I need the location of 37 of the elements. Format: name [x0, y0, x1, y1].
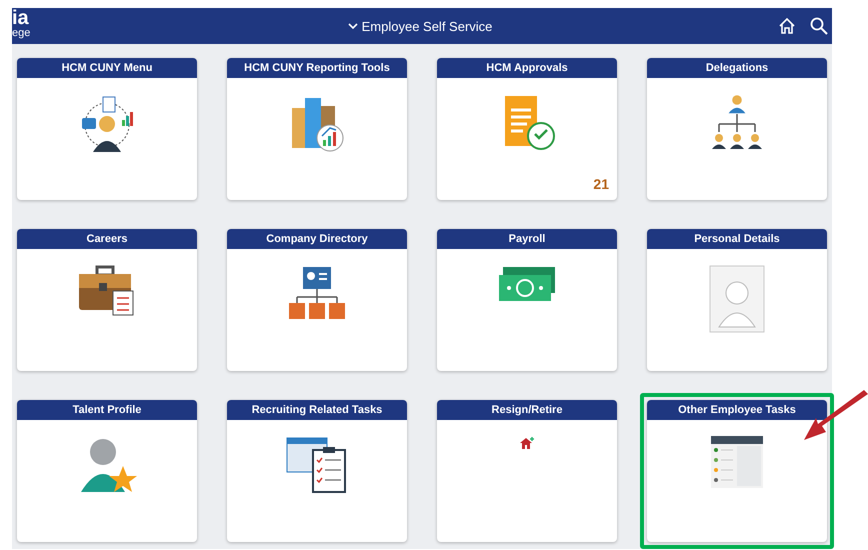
tile-title: Talent Profile	[17, 400, 197, 420]
logo-subtext: ege	[12, 28, 32, 38]
tile[interactable]: HCM Approvals 21	[437, 58, 617, 200]
tile[interactable]: Talent Profile	[17, 400, 197, 542]
count-label: 21	[593, 176, 609, 192]
tile[interactable]: Recruiting Related Tasks	[227, 400, 407, 542]
tile-title: Delegations	[647, 58, 827, 78]
task-list-icon	[711, 436, 763, 488]
tile-title: Recruiting Related Tasks	[227, 400, 407, 420]
tile[interactable]: Company Directory	[227, 229, 407, 371]
home-icon[interactable]	[778, 17, 796, 35]
tile-title: HCM CUNY Reporting Tools	[227, 58, 407, 78]
tile-title: Careers	[17, 229, 197, 249]
tile-title: Company Directory	[227, 229, 407, 249]
tile[interactable]: Other Employee Tasks	[647, 400, 827, 542]
logo-text: ia	[12, 8, 30, 28]
tile-title: Other Employee Tasks	[647, 400, 827, 420]
org-chart-icon	[710, 94, 764, 152]
tile-title: Resign/Retire	[437, 400, 617, 420]
tile[interactable]: Careers	[17, 229, 197, 371]
tile-title: HCM CUNY Menu	[17, 58, 197, 78]
directory-chart-icon	[287, 265, 347, 321]
tile[interactable]: HCM CUNY Menu	[17, 58, 197, 200]
tile-title: HCM Approvals	[437, 58, 617, 78]
tile-title: Payroll	[437, 229, 617, 249]
clipboard-icon	[285, 436, 349, 494]
search-icon[interactable]	[810, 17, 828, 35]
tile-title: Personal Details	[647, 229, 827, 249]
page-title-menu[interactable]: Employee Self Service	[132, 18, 708, 34]
chevron-down-icon	[348, 22, 358, 30]
house-icon	[519, 436, 535, 450]
tile[interactable]: Payroll	[437, 229, 617, 371]
tile[interactable]: Resign/Retire	[437, 400, 617, 542]
tile[interactable]: Personal Details	[647, 229, 827, 371]
tile[interactable]: Delegations	[647, 58, 827, 200]
tile[interactable]: HCM CUNY Reporting Tools	[227, 58, 407, 200]
avatar-placeholder-icon	[709, 265, 765, 333]
